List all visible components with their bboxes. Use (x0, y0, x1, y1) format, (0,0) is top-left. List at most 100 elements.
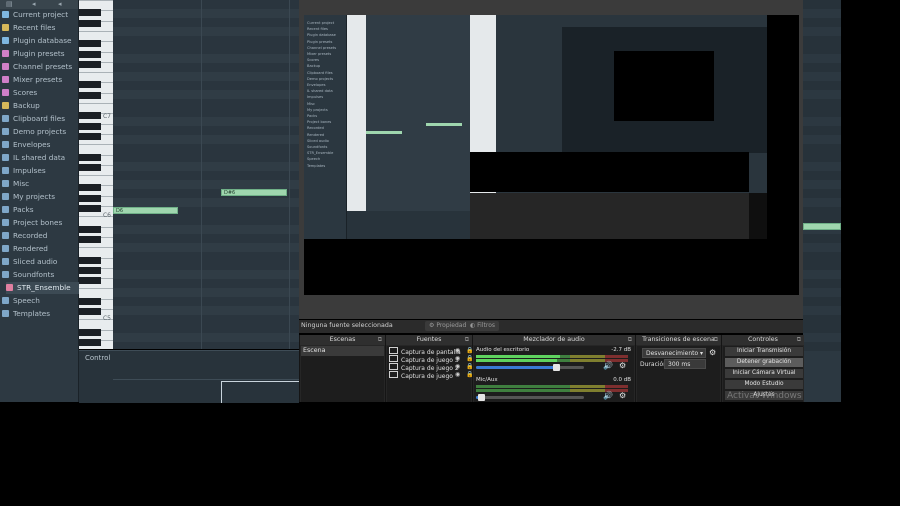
browser-item[interactable]: STR_Ensemble (6, 282, 82, 294)
black-key[interactable] (79, 19, 101, 27)
browser-item[interactable]: Scores (2, 87, 78, 99)
white-key[interactable] (79, 103, 113, 104)
black-key[interactable] (79, 91, 101, 99)
duration-label: Duración (640, 361, 668, 368)
eye-icon[interactable]: ◉ (455, 355, 460, 363)
black-key[interactable] (79, 256, 101, 264)
browser-item[interactable]: My projects (2, 191, 78, 203)
duration-input[interactable]: 300 ms (664, 359, 706, 369)
white-key[interactable] (79, 72, 113, 74)
eye-icon[interactable]: ◉ (455, 347, 460, 355)
browser-item[interactable]: Channel presets (2, 61, 78, 73)
browser-item[interactable]: Backup (2, 100, 78, 112)
scene-item[interactable]: Escena (301, 346, 384, 356)
browser-item[interactable]: Impulses (2, 165, 78, 177)
black-key[interactable] (79, 40, 101, 48)
browser-item[interactable]: Templates (2, 308, 78, 320)
black-key[interactable] (79, 266, 101, 274)
browser-item-label: Project bones (13, 218, 63, 227)
control-button[interactable]: Modo Estudio (725, 380, 803, 389)
white-key[interactable] (79, 175, 113, 177)
piano-roll-grid-right[interactable] (803, 0, 841, 402)
filters-button[interactable]: ◐ Filtros (466, 321, 500, 331)
browser-item[interactable]: Speech (2, 295, 78, 307)
control-lane[interactable]: Control (79, 350, 299, 403)
browser-forward-icon[interactable]: ◂ (58, 0, 62, 8)
browser-item[interactable]: Recent files (2, 22, 78, 34)
black-key[interactable] (79, 225, 101, 233)
source-item[interactable]: Captura de juego 2 ◉ 🔒 (389, 363, 473, 372)
volume-slider[interactable] (476, 394, 584, 401)
browser-item[interactable]: IL shared data (2, 152, 78, 164)
black-key[interactable] (79, 328, 101, 336)
white-key[interactable] (79, 30, 113, 32)
eye-icon[interactable]: ◉ (455, 371, 460, 379)
browser-item[interactable]: Misc (2, 178, 78, 190)
dock-pin-icon[interactable]: ⧉ (797, 336, 801, 344)
black-key[interactable] (79, 60, 101, 68)
control-button[interactable]: Iniciar Cámara Virtual (725, 369, 803, 378)
gear-icon[interactable]: ⚙ (709, 348, 716, 357)
black-key[interactable] (79, 122, 101, 130)
browser-item[interactable]: Mixer presets (2, 74, 78, 86)
note-partial[interactable] (803, 223, 841, 230)
browser-item[interactable]: Soundfonts (2, 269, 78, 281)
browser-item[interactable]: Envelopes (2, 139, 78, 151)
eye-icon[interactable]: ◉ (455, 363, 460, 371)
volume-slider[interactable] (476, 364, 584, 371)
black-key[interactable] (79, 277, 101, 285)
piano-keyboard[interactable]: C7 C6 C5 (79, 0, 113, 349)
source-item[interactable]: Captura de juego ◉ 🔒 (389, 371, 473, 380)
transition-select[interactable]: Desvanecimiento ▾ (642, 348, 706, 358)
control-button[interactable]: Detener grabación (725, 358, 803, 367)
dock-pin-icon[interactable]: ⧉ (465, 336, 469, 344)
black-key[interactable] (79, 308, 101, 315)
browser-menu-icon[interactable]: ▤ (6, 0, 13, 8)
black-key[interactable] (79, 184, 101, 192)
dock-pin-icon[interactable]: ⧉ (378, 336, 382, 344)
black-key[interactable] (79, 132, 101, 140)
black-key[interactable] (79, 50, 101, 58)
black-key[interactable] (79, 235, 101, 243)
browser-item[interactable]: Current project (2, 9, 78, 21)
white-key[interactable] (79, 247, 113, 249)
browser-item[interactable]: Plugin database (2, 35, 78, 47)
black-key[interactable] (79, 153, 101, 161)
black-key[interactable] (79, 338, 101, 346)
black-key[interactable] (79, 205, 101, 212)
speaker-icon[interactable]: 🔊 (603, 361, 613, 370)
black-key[interactable] (79, 297, 101, 305)
white-key[interactable] (79, 0, 113, 1)
dock-pin-icon[interactable]: ⧉ (714, 336, 718, 344)
white-key[interactable] (79, 144, 113, 146)
browser-item[interactable]: Clipboard files (2, 113, 78, 125)
folder-icon (2, 50, 9, 57)
black-key[interactable] (79, 194, 101, 202)
browser-item[interactable]: Rendered (2, 243, 78, 255)
browser-item[interactable]: Recorded (2, 230, 78, 242)
gear-icon[interactable]: ⚙ (619, 361, 626, 370)
browser-item[interactable]: Project bones (2, 217, 78, 229)
browser-item-label: My projects (13, 192, 56, 201)
speaker-icon[interactable]: 🔊 (603, 391, 613, 400)
browser-back-icon[interactable]: ◂ (32, 0, 36, 8)
black-key[interactable] (79, 9, 101, 17)
dock-pin-icon[interactable]: ⧉ (628, 336, 632, 344)
gear-icon[interactable]: ⚙ (619, 391, 626, 400)
browser-item[interactable]: Plugin presets (2, 48, 78, 60)
black-key[interactable] (79, 112, 101, 120)
control-button[interactable]: Iniciar Transmisión (725, 347, 803, 356)
nested-browser-item: Backup (307, 64, 321, 69)
browser-item[interactable]: Sliced audio (2, 256, 78, 268)
piano-roll-grid[interactable]: D6 D#6 (113, 0, 299, 349)
browser-item[interactable]: Demo projects (2, 126, 78, 138)
black-key[interactable] (79, 81, 101, 89)
note-ds6[interactable]: D#6 (221, 189, 287, 196)
folder-icon (2, 102, 9, 109)
black-key[interactable] (79, 163, 101, 171)
note-d6[interactable]: D6 (113, 207, 178, 214)
white-key[interactable] (79, 288, 113, 290)
browser-item[interactable]: Packs (2, 204, 78, 216)
source-item[interactable]: Captura de pantalla ◉ 🔒 (389, 347, 473, 356)
source-item[interactable]: Captura de juego 3 ◉ 🔒 (389, 355, 473, 364)
